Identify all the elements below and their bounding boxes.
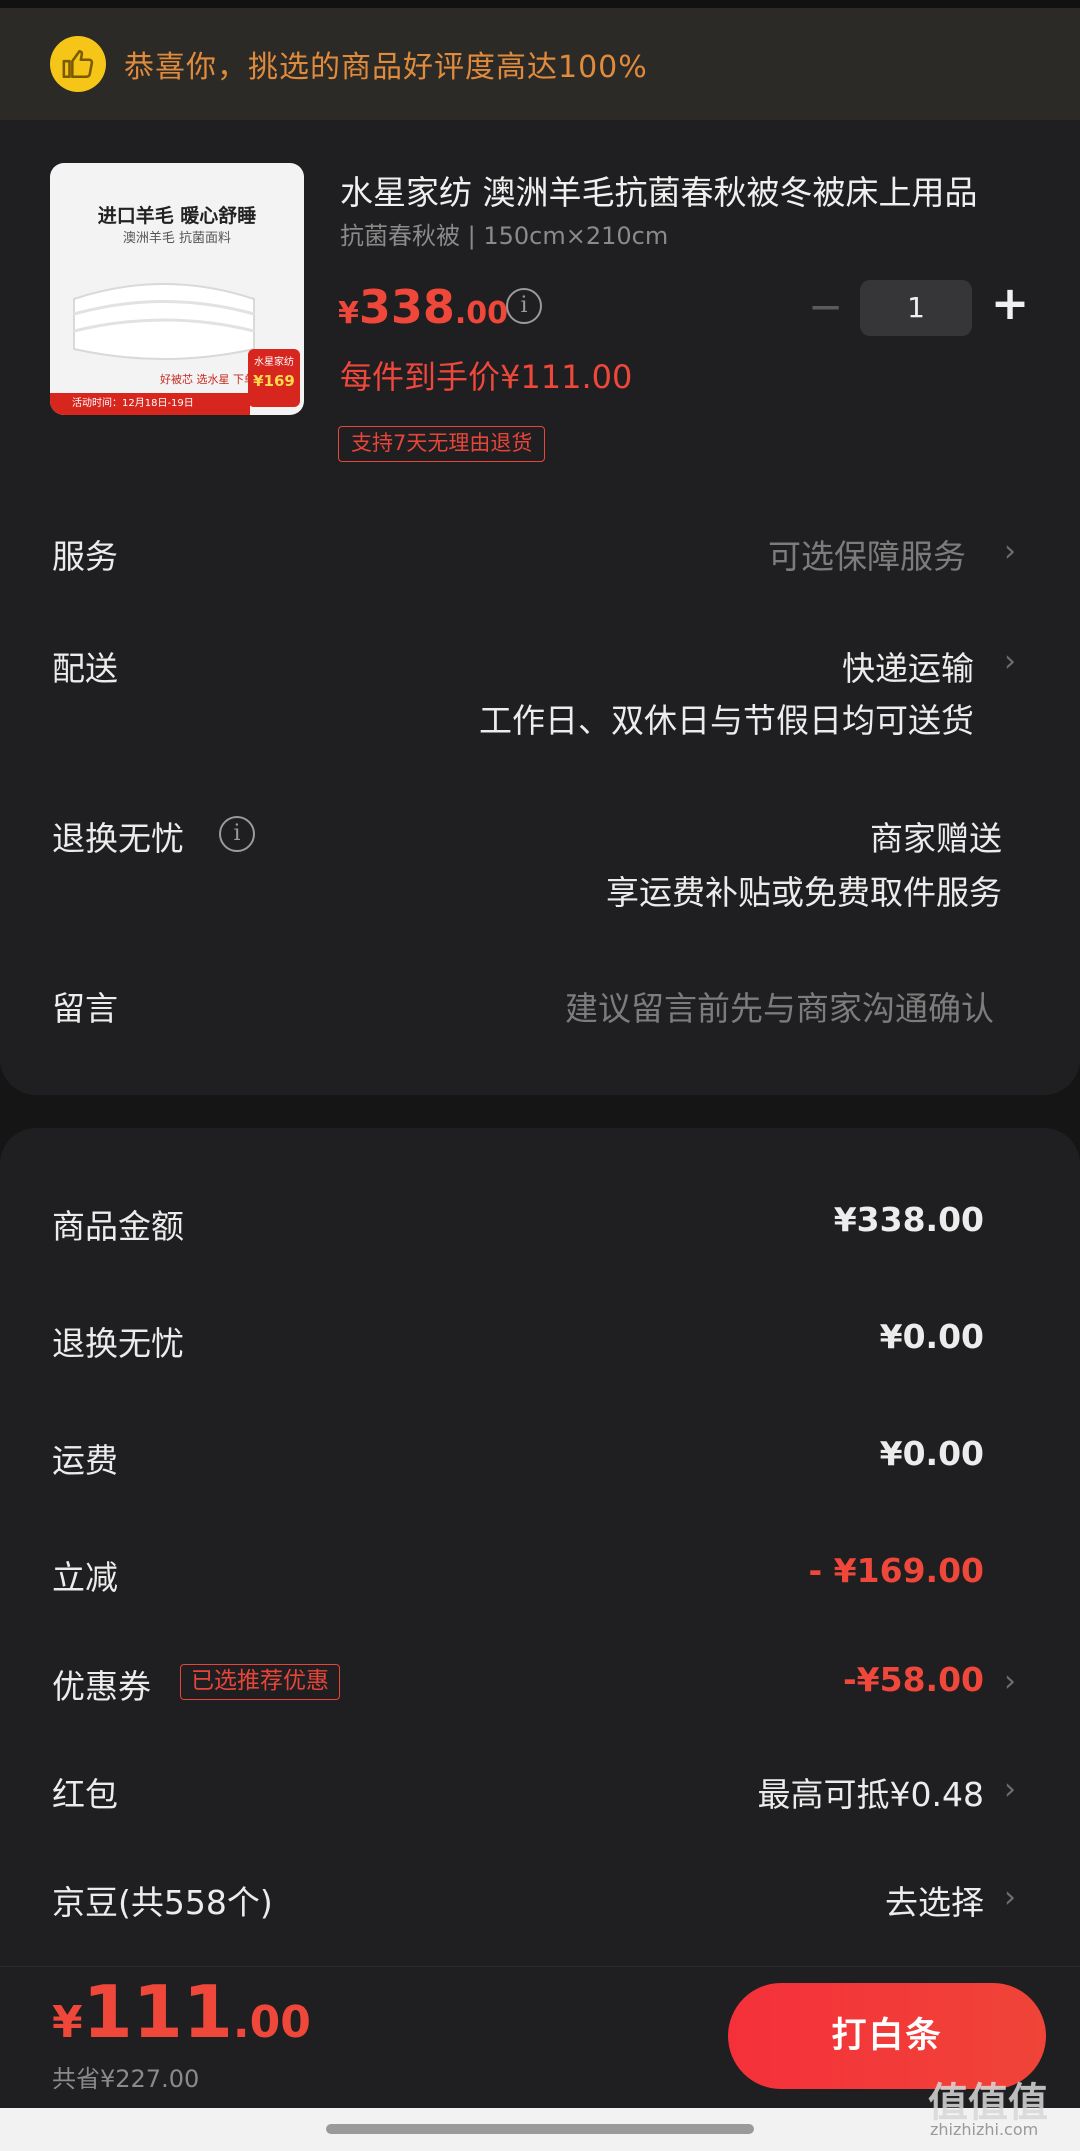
coupon-chevron-icon[interactable]: ›	[1004, 1664, 1016, 1699]
status-strip	[0, 0, 1080, 8]
delivery-value[interactable]: 快递运输	[842, 642, 974, 690]
delivery-chevron-icon[interactable]: ›	[1004, 644, 1016, 679]
total-currency: ¥	[52, 1996, 83, 2048]
return-value: 商家赠送	[870, 819, 1002, 858]
product-title[interactable]: 水星家纺 澳洲羊毛抗菌春秋被冬被床上用品	[340, 166, 1020, 214]
jingdou-chevron-icon[interactable]: ›	[1004, 1880, 1016, 1915]
product-image[interactable]: 进口羊毛 暖心舒睡 澳洲羊毛 抗菌面料 好被芯 选水星 下单立减 水星家纺 ¥1…	[50, 163, 304, 415]
image-stripe: 活动时间：12月18日-19日	[50, 393, 250, 415]
checkout-bar: ¥111.00 共省¥227.00 打白条	[0, 1966, 1080, 2108]
image-price-badge: 水星家纺 ¥169	[248, 349, 300, 407]
coupon-tag: 已选推荐优惠	[180, 1664, 340, 1700]
delivery-sub: 工作日、双休日与节假日均可送货	[479, 701, 974, 740]
quantity-field[interactable]: 1	[860, 280, 972, 336]
product-spec[interactable]: 抗菌春秋被 | 150cm×210cm	[340, 216, 668, 251]
jingdou-value[interactable]: 去选择	[885, 1876, 984, 1924]
return-sub: 享运费补贴或免费取件服务	[606, 873, 1002, 912]
price-integer: 338	[358, 280, 455, 334]
note-label: 留言	[52, 989, 118, 1028]
watermark-sub: zhizhizhi.com	[930, 2120, 1039, 2139]
coupon-label: 优惠券	[52, 1667, 151, 1706]
price-currency: ¥	[338, 296, 359, 331]
delivery-label: 配送	[52, 649, 118, 688]
service-label: 服务	[52, 537, 118, 576]
system-nav-bar	[0, 2108, 1080, 2151]
banner-text: 恭喜你，挑选的商品好评度高达100%	[124, 50, 648, 85]
saved-amount: 共省¥227.00	[52, 2065, 200, 2093]
coupon-value[interactable]: -¥58.00	[843, 1660, 984, 1699]
return-info-icon[interactable]: i	[219, 816, 255, 852]
image-headline: 进口羊毛 暖心舒睡	[97, 205, 257, 227]
shipping-value: ¥0.00	[879, 1434, 984, 1473]
quantity-increase-button[interactable]: +	[990, 276, 1030, 330]
return-fee-value: ¥0.00	[879, 1317, 984, 1356]
return-label: 退换无忧	[52, 819, 184, 858]
badge-title: 水星家纺	[254, 357, 294, 368]
service-chevron-icon[interactable]: ›	[1004, 534, 1016, 569]
unit-price: 每件到手价¥111.00	[340, 358, 633, 396]
redpacket-chevron-icon[interactable]: ›	[1004, 1772, 1016, 1807]
discount-label: 立减	[52, 1558, 118, 1597]
goods-amount-value: ¥338.00	[833, 1200, 984, 1239]
redpacket-value[interactable]: 最高可抵¥0.48	[758, 1768, 984, 1816]
product-price: ¥338.00	[338, 280, 508, 334]
product-card: 进口羊毛 暖心舒睡 澳洲羊毛 抗菌面料 好被芯 选水星 下单立减 水星家纺 ¥1…	[0, 120, 1080, 1095]
total-price: ¥111.00	[52, 1970, 311, 2054]
jingdou-label: 京豆(共558个)	[52, 1883, 273, 1922]
goods-amount-label: 商品金额	[52, 1207, 184, 1246]
price-info-icon[interactable]: i	[506, 288, 542, 324]
price-decimal: .00	[454, 296, 509, 331]
total-decimal: .00	[232, 1996, 311, 2048]
quantity-decrease-button[interactable]: −	[808, 282, 843, 331]
discount-value: - ¥169.00	[808, 1551, 985, 1590]
shipping-label: 运费	[52, 1441, 118, 1480]
thumbs-up-icon	[50, 36, 106, 92]
quilt-illustration	[73, 283, 255, 360]
badge-price: ¥169	[253, 372, 295, 390]
order-summary-card: 商品金额 ¥338.00 退换无忧 ¥0.00 运费 ¥0.00 立减 - ¥1…	[0, 1128, 1080, 1968]
note-input[interactable]: 建议留言前先与商家沟通确认	[565, 982, 994, 1030]
service-value[interactable]: 可选保障服务	[768, 530, 966, 578]
home-handle[interactable]	[326, 2124, 754, 2134]
redpacket-label: 红包	[52, 1775, 118, 1814]
return-fee-label: 退换无忧	[52, 1324, 184, 1363]
image-subline: 澳洲羊毛 抗菌面料	[122, 231, 232, 246]
praise-banner: 恭喜你，挑选的商品好评度高达100%	[0, 8, 1080, 120]
return-policy-tag: 支持7天无理由退货	[338, 426, 546, 462]
total-integer: 111	[82, 1969, 233, 2054]
